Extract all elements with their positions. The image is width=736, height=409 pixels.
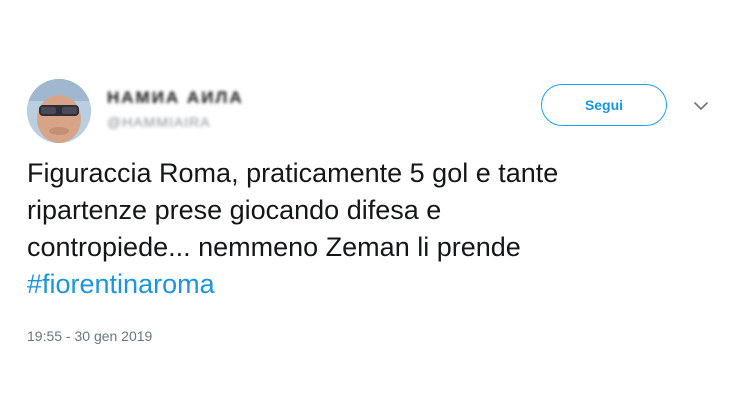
author-handle[interactable]: @HAMMIAIRA [107,114,211,130]
hashtag-link[interactable]: #fiorentinaroma [27,266,717,303]
follow-button[interactable]: Segui [541,84,667,126]
tweet-options-button[interactable] [691,96,711,116]
tweet-timestamp[interactable]: 19:55 - 30 gen 2019 [27,328,152,344]
tweet-text-line: Figuraccia Roma, praticamente 5 gol e ta… [27,158,559,188]
avatar[interactable] [27,79,91,143]
tweet-card: НАМИА АИЛА @HAMMIAIRA Segui Figuraccia R… [0,0,736,409]
tweet-text: Figuraccia Roma, praticamente 5 gol e ta… [27,155,717,303]
tweet-text-line: contropiede... nemmeno Zeman li prende [27,232,521,262]
avatar-image [27,79,91,143]
author-display-name[interactable]: НАМИА АИЛА [107,88,244,108]
tweet-text-line: ripartenze prese giocando difesa e [27,195,442,225]
chevron-down-icon [694,101,708,110]
